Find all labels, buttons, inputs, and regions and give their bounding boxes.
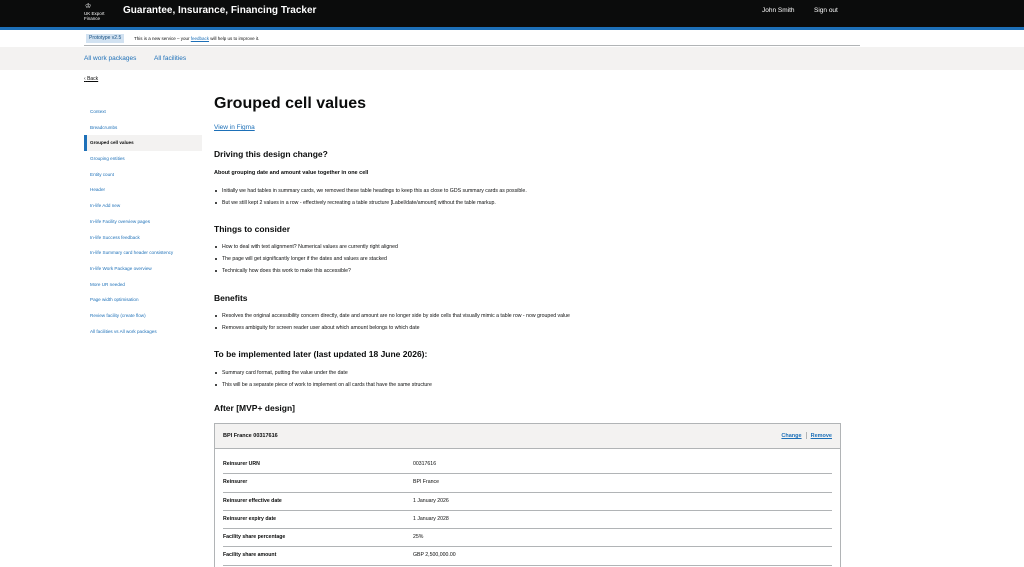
back-link-label: Back xyxy=(87,76,99,82)
summary-key: Reinsurer expiry date xyxy=(223,515,277,522)
summary-row: Reinsurer expiry date 1 January 2028 xyxy=(223,511,832,530)
summary-key: Reinsurer effective date xyxy=(223,497,282,504)
sign-out-link[interactable]: Sign out xyxy=(814,6,838,15)
sidenav-item-in-life-success-feedback[interactable]: In-life Success feedback xyxy=(84,230,202,246)
view-in-figma-link[interactable]: View in Figma xyxy=(214,123,255,132)
summary-row: Reinsurer effective date 1 January 2026 xyxy=(223,493,832,511)
summary-card-actions: Change Remove xyxy=(781,432,832,441)
phase-text-before: This is a new service – your xyxy=(134,36,191,41)
header-stripe xyxy=(0,27,1024,30)
sidenav-item-review-facility[interactable]: Review facility (create flow) xyxy=(84,308,202,324)
list-item: Summary card format, putting the value u… xyxy=(214,367,432,379)
service-name[interactable]: Guarantee, Insurance, Financing Tracker xyxy=(123,5,316,17)
list-item: Resolves the original accessibility conc… xyxy=(214,310,570,322)
summary-card: BPI France 00317616 Change Remove Reinsur… xyxy=(214,423,841,567)
list-consider: How to deal with text alignment? Numeric… xyxy=(214,241,398,277)
nav-all-facilities[interactable]: All facilities xyxy=(154,54,186,63)
list-item: Initially we had tables in summary cards… xyxy=(214,185,527,197)
summary-key: Facility share percentage xyxy=(223,534,286,541)
page-title: Grouped cell values xyxy=(214,95,367,112)
summary-value: 00317616 xyxy=(413,461,437,467)
chevron-left-icon: ‹ xyxy=(84,76,86,82)
summary-key: Facility share amount xyxy=(223,552,277,559)
list-later: Summary card format, putting the value u… xyxy=(214,367,432,391)
summary-card-header: BPI France 00317616 Change Remove xyxy=(215,424,840,449)
summary-value: 25% xyxy=(413,534,424,541)
list-item: Removes ambiguity for screen reader user… xyxy=(214,322,570,334)
summary-value: 1 January 2028 xyxy=(413,515,449,522)
summary-value: 1 January 2026 xyxy=(413,497,449,504)
sidenav-item-page-width-optimisation[interactable]: Page width optimisation xyxy=(84,292,202,308)
heading-things-to-consider: Things to consider xyxy=(214,224,291,234)
list-item: How to deal with text alignment? Numeric… xyxy=(214,241,398,253)
list-driving: Initially we had tables in summary cards… xyxy=(214,185,527,209)
sidenav-item-grouping-entities[interactable]: Grouping entities xyxy=(84,151,202,167)
list-item: This will be a separate piece of work to… xyxy=(214,379,432,391)
sidenav-item-breadcrumbs[interactable]: Breadcrumbs xyxy=(84,120,202,136)
sidenav-item-in-life-work-package-overview[interactable]: In-life Work Package overview xyxy=(84,261,202,277)
sidenav-item-in-life-add-new[interactable]: In-life Add new xyxy=(84,198,202,214)
remove-link[interactable]: Remove xyxy=(811,433,832,439)
summary-value: GBP 2,500,000.00 xyxy=(413,552,456,559)
heading-after-design: After [MVP+ design] xyxy=(214,403,295,413)
phase-banner: Prototype v2.5 This is a new service – y… xyxy=(84,32,860,46)
feedback-link[interactable]: feedback xyxy=(191,36,209,41)
crown-icon: ♔ xyxy=(85,3,92,10)
summary-list: Reinsurer URN 00317616 Reinsurer BPI Fra… xyxy=(223,456,832,566)
summary-row: Reinsurer BPI France xyxy=(223,474,832,493)
subheading-grouping: About grouping date and amount value tog… xyxy=(214,170,369,176)
sidenav-item-entity-count[interactable]: Entity count xyxy=(84,167,202,183)
user-name: John Smith xyxy=(762,7,795,14)
list-item: But we still kept 2 values in a row - ef… xyxy=(214,197,527,209)
summary-row: Reinsurer URN 00317616 xyxy=(223,456,832,475)
heading-driving-change: Driving this design change? xyxy=(214,149,328,159)
sidenav-item-header[interactable]: Header xyxy=(84,182,202,198)
list-item: Technically how does this work to make t… xyxy=(214,265,398,277)
sidenav-item-in-life-summary-card-header[interactable]: In-life Summary card header consistency xyxy=(84,245,202,261)
side-navigation: Context Breadcrumbs Grouped cell values … xyxy=(84,104,202,339)
phase-text-after: will help us to improve it. xyxy=(209,36,260,41)
summary-row: Facility share percentage 25% xyxy=(223,529,832,548)
nav-all-work-packages[interactable]: All work packages xyxy=(84,54,136,63)
sub-navigation: All work packages All facilities xyxy=(0,47,1024,70)
heading-benefits: Benefits xyxy=(214,293,248,303)
sidenav-item-all-facilities-vs-work-packages[interactable]: All facilities vs All work packages xyxy=(84,324,202,340)
summary-key: Reinsurer xyxy=(223,479,248,486)
sidenav-item-context[interactable]: Context xyxy=(84,104,202,120)
summary-key: Reinsurer URN xyxy=(223,461,260,467)
phase-text: This is a new service – your feedback wi… xyxy=(134,34,259,43)
change-link[interactable]: Change xyxy=(781,433,801,439)
logo-text: UK Export Finance xyxy=(84,11,105,21)
site-header: ♔ UK Export Finance Guarantee, Insurance… xyxy=(0,0,1024,27)
uk-export-finance-logo[interactable]: ♔ UK Export Finance xyxy=(84,3,110,23)
list-benefits: Resolves the original accessibility conc… xyxy=(214,310,570,334)
sidenav-item-more-ur-needed[interactable]: More UR needed xyxy=(84,277,202,293)
action-divider xyxy=(805,432,807,440)
sidenav-item-in-life-facility-overview[interactable]: In-life Facility overview pages xyxy=(84,214,202,230)
phase-tag: Prototype v2.5 xyxy=(86,34,125,43)
summary-card-title: BPI France 00317616 xyxy=(223,433,278,439)
summary-row: Facility share amount GBP 2,500,000.00 xyxy=(223,547,832,566)
back-link[interactable]: ‹ Back xyxy=(84,75,98,84)
heading-implemented-later: To be implemented later (last updated 18… xyxy=(214,349,428,359)
summary-value: BPI France xyxy=(413,479,439,486)
list-item: The page will get significantly longer i… xyxy=(214,253,398,265)
sidenav-item-grouped-cell-values[interactable]: Grouped cell values xyxy=(84,135,202,152)
